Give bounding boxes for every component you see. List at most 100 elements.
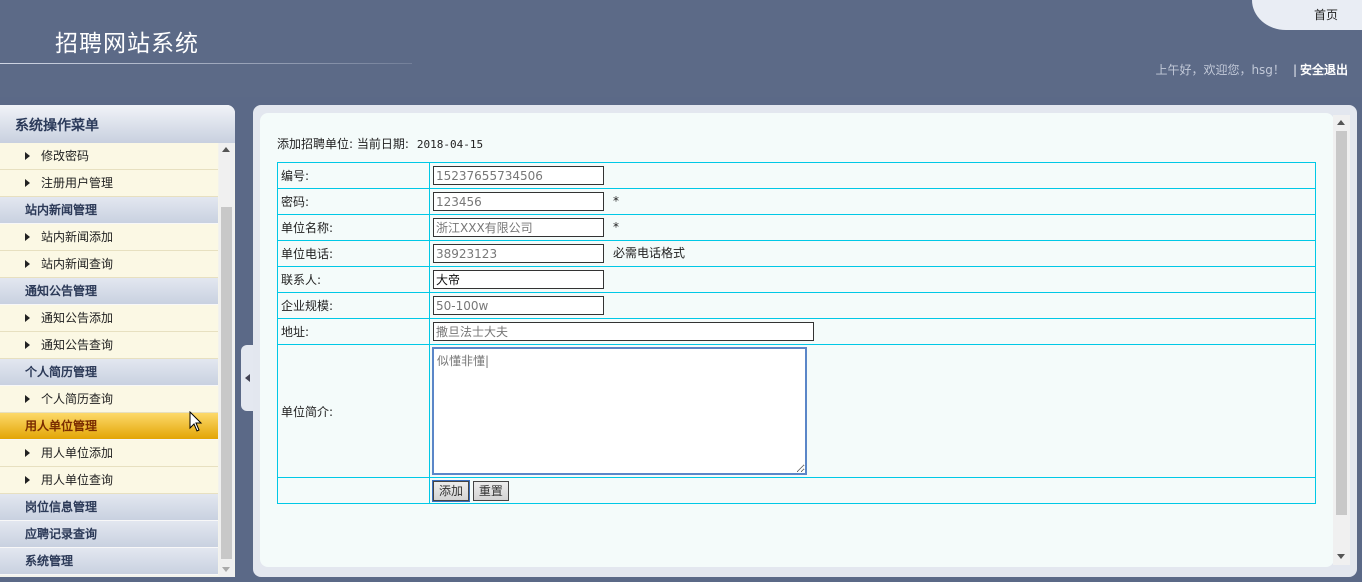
scroll-up-icon[interactable] (1337, 120, 1345, 125)
sidebar-item-label: 注册用户管理 (41, 176, 114, 190)
form-row-id: 编号: (277, 162, 1316, 189)
scrollbar-thumb[interactable] (221, 207, 232, 559)
field-cell (429, 162, 1316, 189)
sidebar-scrollbar[interactable] (219, 143, 234, 577)
company-name-input[interactable] (433, 218, 604, 237)
logout-link[interactable]: 安全退出 (1300, 63, 1348, 77)
sidebar-title: 系统操作菜单 (0, 105, 235, 143)
field-cell: 似懂非懂| (429, 344, 1316, 478)
form-row-name: 单位名称: * (277, 214, 1316, 241)
greeting-text: 上午好，欢迎您，hsg！ (1155, 63, 1285, 77)
reset-button[interactable]: 重置 (472, 480, 509, 501)
contact-input[interactable] (433, 270, 604, 289)
sidebar-item-notice-query[interactable]: 通知公告查询 (0, 332, 218, 359)
header: 招聘网站系统 首页 上午好，欢迎您，hsg！ | 安全退出 (0, 0, 1362, 97)
employer-form: 编号: 密码: * 单位名称: * 单位电话: 必需电话格式 联系人: 企业规模… (277, 162, 1316, 504)
scrollbar-thumb[interactable] (1336, 131, 1347, 515)
sidebar: 系统操作菜单 修改密码 注册用户管理 站内新闻管理 站内新闻添加 站内新闻查询 … (0, 105, 235, 577)
field-label: 编号: (277, 162, 430, 189)
triangle-right-icon (25, 260, 30, 268)
field-label: 联系人: (277, 266, 430, 293)
triangle-right-icon (25, 179, 30, 187)
actions-cell: 添加 重置 (429, 477, 1316, 504)
user-area: 上午好，欢迎您，hsg！ | 安全退出 (1155, 61, 1348, 78)
sidebar-item-label: 站内新闻查询 (41, 257, 114, 271)
triangle-right-icon (25, 152, 30, 160)
phone-format-note: 必需电话格式 (613, 246, 686, 260)
current-date: 2018-04-15 (416, 138, 484, 151)
field-label: 单位名称: (277, 214, 430, 241)
sidebar-item-notice-add[interactable]: 通知公告添加 (0, 305, 218, 332)
triangle-right-icon (25, 476, 30, 484)
sidebar-item-label: 个人简历查询 (41, 392, 114, 406)
form-row-intro: 单位简介: 似懂非懂| (277, 344, 1316, 478)
sidebar-group-news[interactable]: 站内新闻管理 (0, 197, 218, 224)
field-label: 单位简介: (277, 344, 430, 478)
intro-textarea[interactable]: 似懂非懂| (432, 346, 807, 475)
sidebar-group-notice[interactable]: 通知公告管理 (0, 278, 218, 305)
sidebar-item-label: 站内新闻添加 (41, 230, 114, 244)
field-label: 密码: (277, 188, 430, 215)
sidebar-item-employer-add[interactable]: 用人单位添加 (0, 440, 218, 467)
chevron-left-icon (245, 374, 250, 382)
scroll-down-icon[interactable] (1337, 554, 1345, 559)
sidebar-item-news-add[interactable]: 站内新闻添加 (0, 224, 218, 251)
sidebar-item-label: 修改密码 (41, 149, 90, 163)
separator: | (1292, 63, 1297, 77)
form-row-contact: 联系人: (277, 266, 1316, 293)
form-row-actions: 添加 重置 (277, 477, 1316, 504)
home-tab[interactable] (1252, 0, 1362, 30)
id-input[interactable] (433, 166, 604, 185)
app-title: 招聘网站系统 (55, 31, 199, 57)
scale-input[interactable] (433, 296, 604, 315)
sidebar-group-system[interactable]: 系统管理 (0, 548, 218, 575)
field-cell: * (429, 214, 1316, 241)
field-cell (429, 318, 1316, 345)
triangle-right-icon (25, 395, 30, 403)
field-cell (429, 266, 1316, 293)
password-input[interactable] (433, 192, 604, 211)
add-button[interactable]: 添加 (431, 479, 471, 502)
sidebar-group-resume[interactable]: 个人简历管理 (0, 359, 218, 386)
sidebar-item-label: 用人单位查询 (41, 473, 114, 487)
form-row-address: 地址: (277, 318, 1316, 345)
sidebar-item-label: 通知公告添加 (41, 311, 114, 325)
form-title: 添加招聘单位: 当前日期: (277, 137, 409, 151)
field-cell: 必需电话格式 (429, 240, 1316, 267)
triangle-right-icon (25, 341, 30, 349)
address-input[interactable] (433, 322, 814, 341)
sidebar-item-news-query[interactable]: 站内新闻查询 (0, 251, 218, 278)
field-label: 企业规模: (277, 292, 430, 319)
scroll-up-icon[interactable] (222, 147, 230, 152)
scroll-down-icon[interactable] (222, 567, 230, 572)
sidebar-menu: 修改密码 注册用户管理 站内新闻管理 站内新闻添加 站内新闻查询 通知公告管理 … (0, 143, 218, 575)
sidebar-item-employer-query[interactable]: 用人单位查询 (0, 467, 218, 494)
field-cell (429, 292, 1316, 319)
field-label: 地址: (277, 318, 430, 345)
sidebar-item-label: 通知公告查询 (41, 338, 114, 352)
form-row-password: 密码: * (277, 188, 1316, 215)
phone-input[interactable] (433, 244, 604, 263)
triangle-right-icon (25, 449, 30, 457)
form-caption: 添加招聘单位: 当前日期: 2018-04-15 (277, 135, 483, 152)
triangle-right-icon (25, 314, 30, 322)
empty-cell (277, 477, 430, 504)
form-row-phone: 单位电话: 必需电话格式 (277, 240, 1316, 267)
sidebar-group-applications[interactable]: 应聘记录查询 (0, 521, 218, 548)
required-mark: * (613, 194, 619, 208)
title-divider (0, 63, 412, 64)
field-cell: * (429, 188, 1316, 215)
sidebar-group-jobs[interactable]: 岗位信息管理 (0, 494, 218, 521)
form-row-scale: 企业规模: (277, 292, 1316, 319)
sidebar-item-change-password[interactable]: 修改密码 (0, 143, 218, 170)
sidebar-group-employer[interactable]: 用人单位管理 (0, 413, 218, 440)
mouse-cursor-icon (189, 411, 203, 432)
triangle-right-icon (25, 233, 30, 241)
field-label: 单位电话: (277, 240, 430, 267)
sidebar-item-resume-query[interactable]: 个人简历查询 (0, 386, 218, 413)
sidebar-item-label: 用人单位添加 (41, 446, 114, 460)
content-scrollbar[interactable] (1333, 115, 1350, 565)
sidebar-item-user-manage[interactable]: 注册用户管理 (0, 170, 218, 197)
home-link[interactable]: 首页 (1314, 6, 1338, 23)
required-mark: * (613, 220, 619, 234)
